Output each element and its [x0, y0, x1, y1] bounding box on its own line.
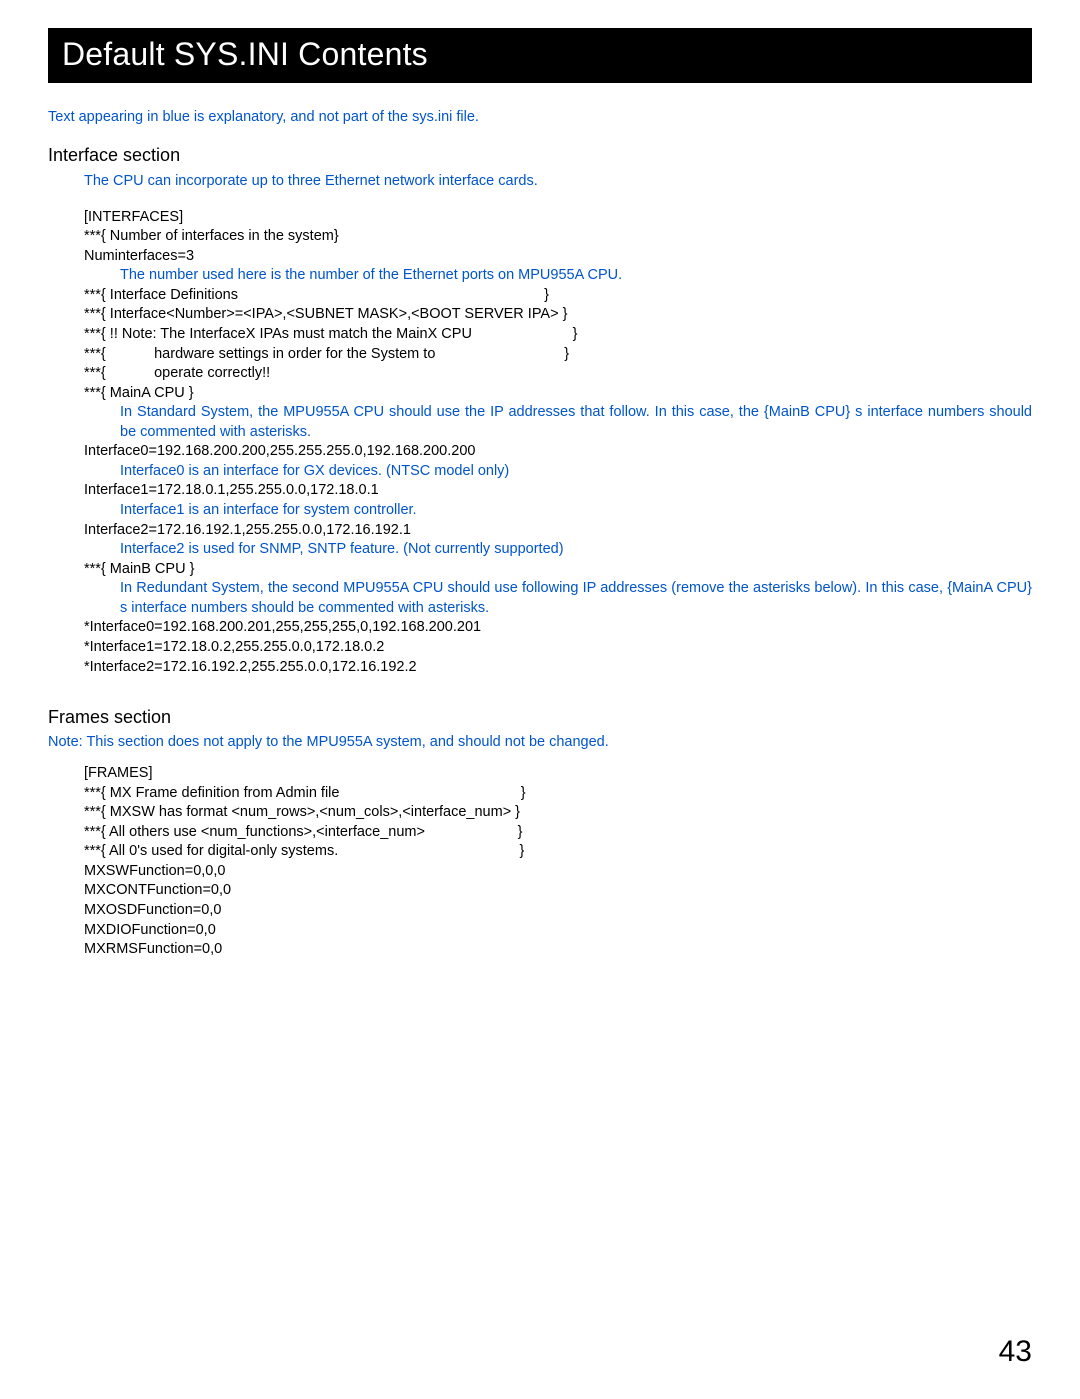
ini-note2: ***{ hardware settings in order for the …: [48, 345, 1032, 365]
ini-all0: ***{ All 0's used for digital-only syste…: [48, 842, 1032, 862]
interface-section-heading: Interface section: [48, 145, 1032, 166]
ini-mxswfunction: MXSWFunction=0,0,0: [48, 862, 1032, 882]
ini-mxcontfunction: MXCONTFunction=0,0: [48, 881, 1032, 901]
page-title: Default SYS.INI Contents: [48, 28, 1032, 83]
ini-mxrmsfunction: MXRMSFunction=0,0: [48, 940, 1032, 960]
frames-note-label: Note:: [48, 734, 83, 750]
ini-mainb-note: In Redundant System, the second MPU955A …: [48, 579, 1032, 618]
ini-bif2: *Interface2=172.16.192.2,255.255.0.0,172…: [48, 658, 1032, 678]
ini-if2-note: Interface2 is used for SNMP, SNTP featur…: [48, 540, 1032, 560]
ini-allothers: ***{ All others use <num_functions>,<int…: [48, 823, 1032, 843]
ini-note1: ***{ !! Note: The InterfaceX IPAs must m…: [48, 325, 1032, 345]
ini-maina-note: In Standard System, the MPU955A CPU shou…: [48, 403, 1032, 442]
ini-maina: ***{ MainA CPU }: [48, 384, 1032, 404]
ini-numused-note: The number used here is the number of th…: [48, 266, 1032, 286]
ini-numif-comment: ***{ Number of interfaces in the system}: [48, 227, 1032, 247]
frames-note: Note: This section does not apply to the…: [48, 734, 1032, 750]
intro-note: Text appearing in blue is explanatory, a…: [48, 109, 1032, 125]
ini-mainb: ***{ MainB CPU }: [48, 560, 1032, 580]
ini-mxframe: ***{ MX Frame definition from Admin file…: [48, 784, 1032, 804]
ini-if0-note: Interface0 is an interface for GX device…: [48, 462, 1032, 482]
ini-bif1: *Interface1=172.18.0.2,255.255.0.0,172.1…: [48, 638, 1032, 658]
ini-if1: Interface1=172.18.0.1,255.255.0.0,172.18…: [48, 481, 1032, 501]
frames-note-text: This section does not apply to the MPU95…: [86, 734, 608, 750]
ini-frames-header: [FRAMES]: [48, 764, 1032, 784]
ini-bif0: *Interface0=192.168.200.201,255,255,255,…: [48, 618, 1032, 638]
cpu-note: The CPU can incorporate up to three Ethe…: [48, 172, 1032, 192]
ini-mxosdfunction: MXOSDFunction=0,0: [48, 901, 1032, 921]
ini-mxsw: ***{ MXSW has format <num_rows>,<num_col…: [48, 803, 1032, 823]
ini-mxdiofunction: MXDIOFunction=0,0: [48, 921, 1032, 941]
ini-if1-note: Interface1 is an interface for system co…: [48, 501, 1032, 521]
ini-numinterfaces: Numinterfaces=3: [48, 247, 1032, 267]
ini-ifnum: ***{ Interface<Number>=<IPA>,<SUBNET MAS…: [48, 305, 1032, 325]
ini-if0: Interface0=192.168.200.200,255.255.255.0…: [48, 442, 1032, 462]
ini-note3: ***{ operate correctly!!: [48, 364, 1032, 384]
ini-ifdef: ***{ Interface Definitions }: [48, 286, 1032, 306]
page-number: 43: [999, 1335, 1032, 1369]
ini-if2: Interface2=172.16.192.1,255.255.0.0,172.…: [48, 521, 1032, 541]
frames-section-heading: Frames section: [48, 707, 1032, 728]
ini-interfaces-header: [INTERFACES]: [48, 208, 1032, 228]
